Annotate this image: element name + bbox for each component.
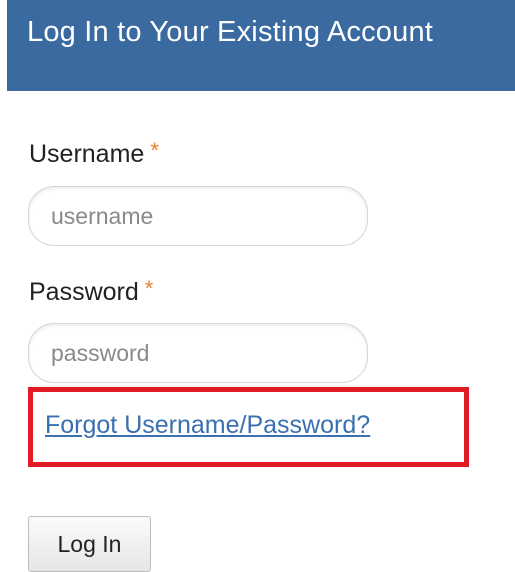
- page-title: Log In to Your Existing Account: [27, 16, 434, 48]
- username-input[interactable]: [28, 186, 368, 246]
- required-asterisk: *: [150, 138, 159, 163]
- login-header: Log In to Your Existing Account: [7, 0, 515, 91]
- forgot-username-password-link[interactable]: Forgot Username/Password?: [45, 411, 370, 440]
- password-input[interactable]: [28, 323, 368, 383]
- password-label-text: Password: [29, 278, 139, 306]
- login-button[interactable]: Log In: [28, 516, 151, 572]
- username-label-text: Username: [29, 140, 145, 168]
- required-asterisk: *: [144, 276, 154, 301]
- password-label: Password *: [29, 276, 154, 307]
- username-label: Username *: [29, 138, 159, 169]
